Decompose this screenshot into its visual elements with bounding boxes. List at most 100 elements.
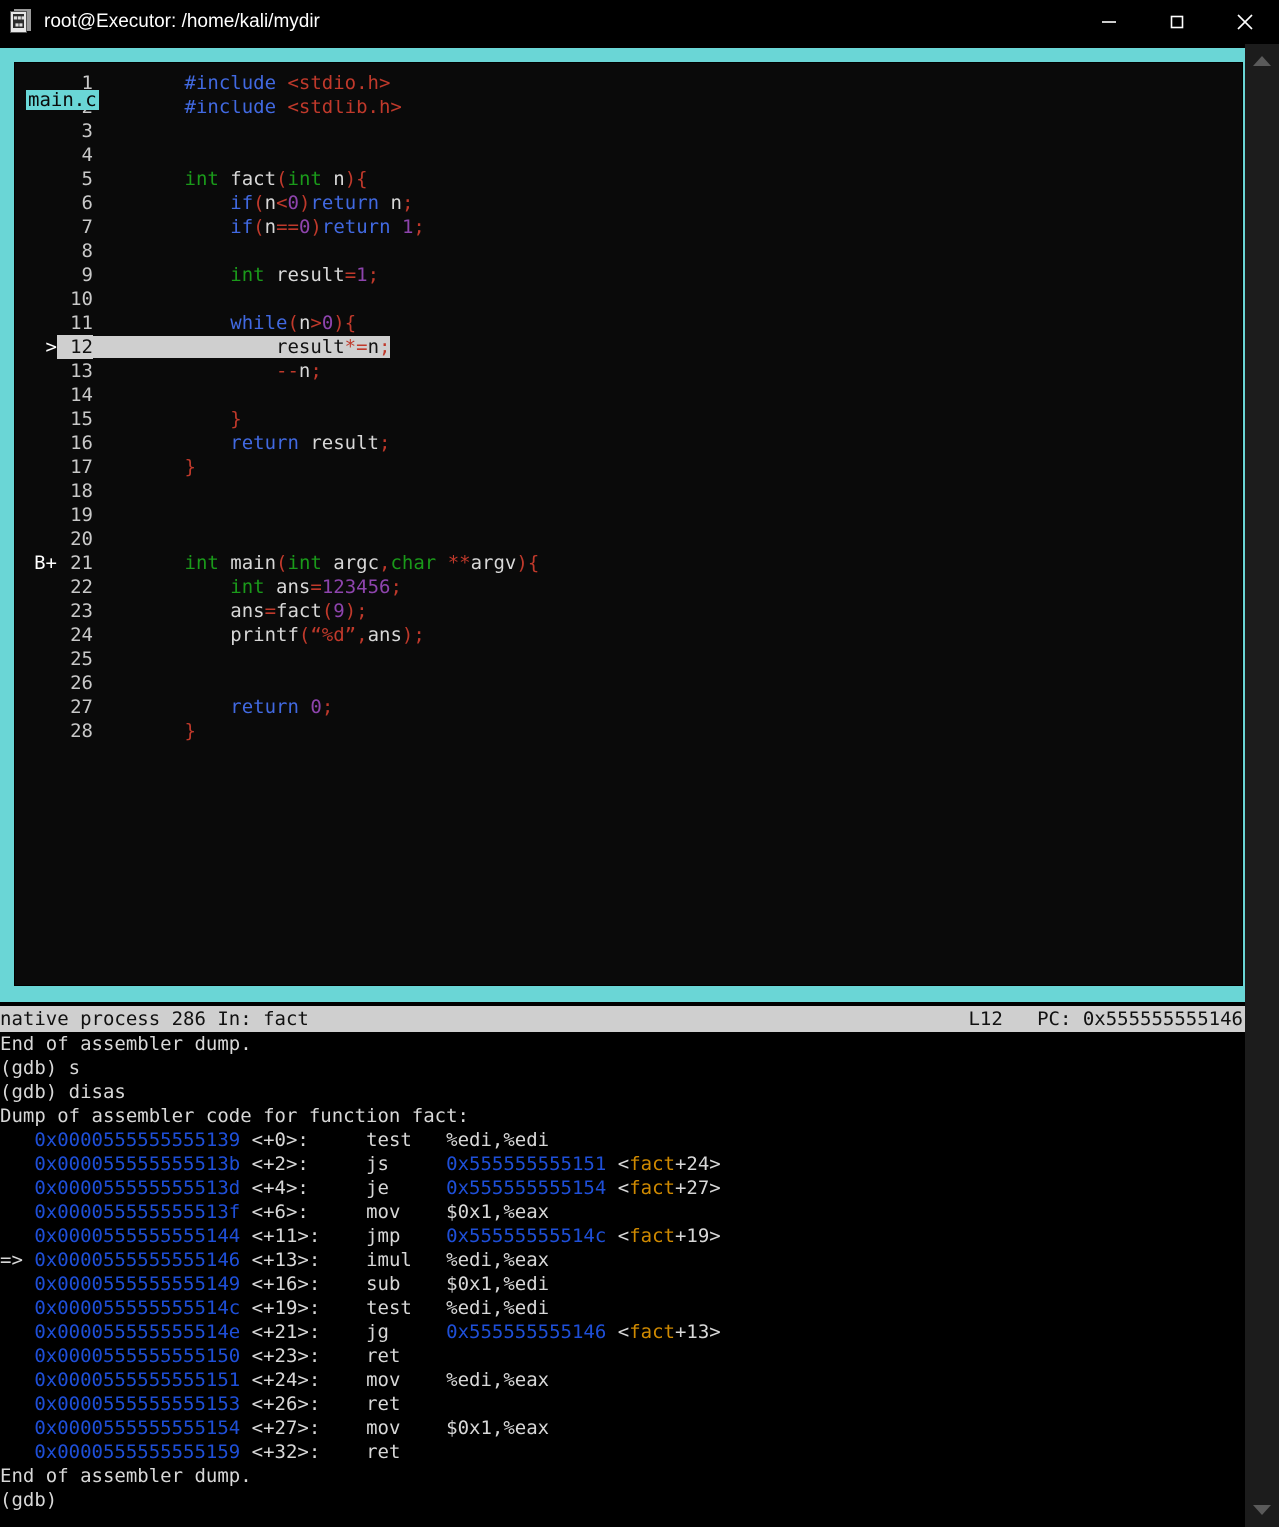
line-number: 22 bbox=[70, 576, 93, 598]
terminal-document-icon: ▪▪▪ ▪▪ bbox=[10, 9, 32, 35]
panel-frame-left bbox=[21, 98, 23, 112]
source-filename-label: main.c bbox=[26, 89, 99, 111]
status-bar-left: native process 286 In: fact bbox=[0, 1008, 309, 1030]
line-text: result*=n; bbox=[93, 336, 391, 358]
source-line: 14 bbox=[15, 383, 1242, 407]
console-line: 0x000055555555514c <+19>: test %edi,%edi bbox=[34, 1297, 550, 1319]
console-line: 0x0000555555555139 <+0>: test %edi,%edi bbox=[34, 1129, 550, 1151]
line-number: 10 bbox=[70, 288, 93, 310]
source-line: 1 #include <stdio.h> bbox=[15, 71, 1242, 95]
source-line: 13 --n; bbox=[15, 359, 1242, 383]
console-line: 0x000055555555514e <+21>: jg 0x555555555… bbox=[34, 1321, 721, 1343]
source-line: 27 return 0; bbox=[15, 695, 1242, 719]
line-text: while(n>0){ bbox=[230, 312, 357, 334]
close-button[interactable] bbox=[1211, 0, 1279, 44]
line-number: 13 bbox=[70, 360, 93, 382]
console-line: (gdb) bbox=[0, 1489, 58, 1511]
line-number: 25 bbox=[70, 648, 93, 670]
gdb-tui-window: ▪▪▪ ▪▪ root@Executor: /home/kali/mydir 1 … bbox=[0, 0, 1279, 1527]
line-number: 20 bbox=[70, 528, 93, 550]
source-line: 8 bbox=[15, 239, 1242, 263]
window-title: root@Executor: /home/kali/mydir bbox=[44, 11, 320, 32]
line-text: } bbox=[184, 456, 196, 478]
console-line: Dump of assembler code for function fact… bbox=[0, 1105, 469, 1127]
source-panel-frame: 1 #include <stdio.h>2 #include <stdlib.h… bbox=[0, 48, 1245, 1002]
line-text: } bbox=[184, 720, 196, 742]
console-line: End of assembler dump. bbox=[0, 1033, 252, 1055]
line-number: 4 bbox=[81, 144, 93, 166]
window-controls bbox=[1075, 0, 1279, 44]
source-line: 20 bbox=[15, 527, 1242, 551]
line-number: 7 bbox=[81, 216, 93, 238]
line-number: 28 bbox=[70, 720, 93, 742]
console-line: 0x0000555555555153 <+26>: ret bbox=[34, 1393, 401, 1415]
console-line: 0x000055555555513d <+4>: je 0x5555555551… bbox=[34, 1177, 721, 1199]
source-line: 9 int result=1; bbox=[15, 263, 1242, 287]
line-number: 5 bbox=[81, 168, 93, 190]
maximize-button[interactable] bbox=[1143, 0, 1211, 44]
window-scrollbar[interactable] bbox=[1245, 44, 1279, 1527]
console-line: End of assembler dump. bbox=[0, 1465, 252, 1487]
line-number: 3 bbox=[81, 120, 93, 142]
line-number: 16 bbox=[70, 432, 93, 454]
status-bar-right: L12 PC: 0x555555555146 bbox=[968, 1008, 1243, 1030]
line-number: 21 bbox=[70, 552, 93, 574]
line-text: printf(“%d”,ans); bbox=[93, 624, 425, 646]
source-code-area[interactable]: 1 #include <stdio.h>2 #include <stdlib.h… bbox=[14, 62, 1243, 986]
console-line: 0x0000555555555159 <+32>: ret bbox=[34, 1441, 401, 1463]
source-line: 24 printf(“%d”,ans); bbox=[15, 623, 1242, 647]
scroll-up-arrow-icon[interactable] bbox=[1245, 44, 1279, 78]
console-line: (gdb) disas bbox=[0, 1081, 126, 1103]
line-number: 14 bbox=[70, 384, 93, 406]
line-text: #include <stdio.h> bbox=[184, 72, 391, 94]
line-number: 26 bbox=[70, 672, 93, 694]
source-line: 25 bbox=[15, 647, 1242, 671]
status-bar: native process 286 In: fact L12 PC: 0x55… bbox=[0, 1006, 1245, 1032]
line-number: 17 bbox=[70, 456, 93, 478]
line-text: int ans=123456; bbox=[230, 576, 402, 598]
line-text: } bbox=[230, 408, 242, 430]
line-number: 23 bbox=[70, 600, 93, 622]
source-line: 22 int ans=123456; bbox=[15, 575, 1242, 599]
window-titlebar: ▪▪▪ ▪▪ root@Executor: /home/kali/mydir bbox=[0, 0, 1279, 44]
line-number: 9 bbox=[81, 264, 93, 286]
line-text: int main(int argc,char **argv){ bbox=[184, 552, 540, 574]
line-number: 15 bbox=[70, 408, 93, 430]
source-line: >12 result*=n; bbox=[15, 335, 1242, 359]
line-number: 8 bbox=[81, 240, 93, 262]
console-line: 0x000055555555513f <+6>: mov $0x1,%eax bbox=[34, 1201, 550, 1223]
line-text: return result; bbox=[230, 432, 391, 454]
console-line: 0x0000555555555144 <+11>: jmp 0x55555555… bbox=[34, 1225, 721, 1247]
line-text: --n; bbox=[276, 360, 322, 382]
line-number: 27 bbox=[70, 696, 93, 718]
line-number: 11 bbox=[70, 312, 93, 334]
source-line: 3 bbox=[15, 119, 1242, 143]
source-line: 17 } bbox=[15, 455, 1242, 479]
minimize-button[interactable] bbox=[1075, 0, 1143, 44]
line-number: 19 bbox=[70, 504, 93, 526]
line-text: ans=fact(9); bbox=[93, 600, 368, 622]
line-number: 12 bbox=[57, 335, 93, 359]
console-line: (gdb) s bbox=[0, 1057, 81, 1079]
console-line: 0x000055555555513b <+2>: js 0x5555555551… bbox=[34, 1153, 721, 1175]
scroll-down-arrow-icon[interactable] bbox=[1245, 1493, 1279, 1527]
source-line: 6 if(n<0)return n; bbox=[15, 191, 1242, 215]
source-line: 15 } bbox=[15, 407, 1242, 431]
line-number: 6 bbox=[81, 192, 93, 214]
gdb-console[interactable]: End of assembler dump. (gdb) s (gdb) disas… bbox=[0, 1032, 1245, 1527]
line-text: if(n<0)return n; bbox=[230, 192, 414, 214]
source-line: B+ 21 int main(int argc,char **argv){ bbox=[15, 551, 1242, 575]
source-panel: 1 #include <stdio.h>2 #include <stdlib.h… bbox=[0, 44, 1245, 1006]
console-line: 0x0000555555555151 <+24>: mov %edi,%eax bbox=[34, 1369, 550, 1391]
source-line: 23 ans=fact(9); bbox=[15, 599, 1242, 623]
line-text: if(n==0)return 1; bbox=[230, 216, 425, 238]
console-line: 0x0000555555555150 <+23>: ret bbox=[34, 1345, 401, 1367]
line-marker: > bbox=[45, 336, 57, 358]
source-line: 11 while(n>0){ bbox=[15, 311, 1242, 335]
source-line: 26 bbox=[15, 671, 1242, 695]
line-marker: B+ bbox=[34, 552, 57, 574]
source-line: 5 int fact(int n){ bbox=[15, 167, 1242, 191]
line-text: return 0; bbox=[230, 696, 334, 718]
source-line: 7 if(n==0)return 1; bbox=[15, 215, 1242, 239]
source-line: 4 bbox=[15, 143, 1242, 167]
